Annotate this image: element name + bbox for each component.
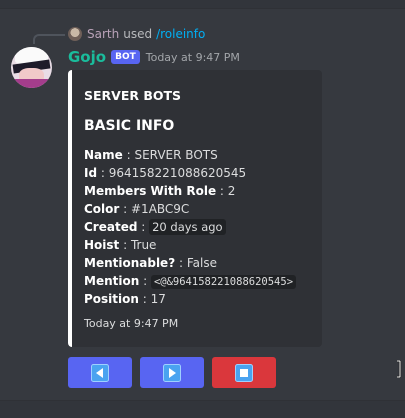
field-mentionable: Mentionable? : False — [84, 256, 217, 270]
reply-user-avatar[interactable] — [68, 27, 82, 41]
field-id: Id : 964158221088620545 — [84, 166, 247, 180]
stop-button[interactable] — [212, 357, 276, 388]
role-info-embed: SERVER BOTS BASIC INFO Name : SERVER BOT… — [68, 70, 322, 347]
field-hoist: Hoist : True — [84, 238, 157, 252]
reply-username[interactable]: Sarth — [87, 27, 119, 41]
arrow-right-icon — [163, 363, 181, 382]
embed-author: SERVER BOTS — [84, 88, 182, 103]
reply-connector-line — [33, 34, 65, 44]
bot-username[interactable]: Gojo — [68, 48, 106, 66]
field-name: Name : SERVER BOTS — [84, 148, 218, 162]
embed-fields: Name : SERVER BOTS Id : 9641582210886205… — [84, 146, 310, 308]
reply-used-text: used — [123, 27, 153, 41]
field-color: Color : #1ABC9C — [84, 202, 190, 216]
previous-page-button[interactable] — [68, 357, 132, 388]
bot-tag-badge: BOT — [111, 50, 140, 64]
field-position: Position : 17 — [84, 292, 166, 306]
arrow-left-icon — [91, 363, 109, 382]
embed-footer-timestamp: Today at 9:47 PM — [84, 317, 179, 330]
next-message-strip — [0, 400, 405, 418]
created-timestamp-chip[interactable]: 20 days ago — [149, 219, 226, 235]
bot-avatar[interactable] — [11, 47, 52, 88]
embed-title: BASIC INFO — [84, 118, 175, 134]
previous-message-strip — [0, 0, 405, 9]
message-header: Gojo BOT Today at 9:47 PM — [68, 47, 240, 67]
field-mention: Mention : <@&964158221088620545> — [84, 272, 310, 290]
field-members: Members With Role : 2 — [84, 184, 236, 198]
mention-code-chip: <@&964158221088620545> — [150, 275, 297, 289]
message-timestamp: Today at 9:47 PM — [145, 50, 240, 64]
reply-command[interactable]: /roleinfo — [156, 27, 205, 41]
field-created: Created : 20 days ago — [84, 218, 310, 236]
next-page-button[interactable] — [140, 357, 204, 388]
stop-square-icon — [235, 363, 253, 382]
reply-reference[interactable]: Sarth used /roleinfo — [68, 26, 205, 42]
text-cursor-icon — [397, 360, 402, 378]
